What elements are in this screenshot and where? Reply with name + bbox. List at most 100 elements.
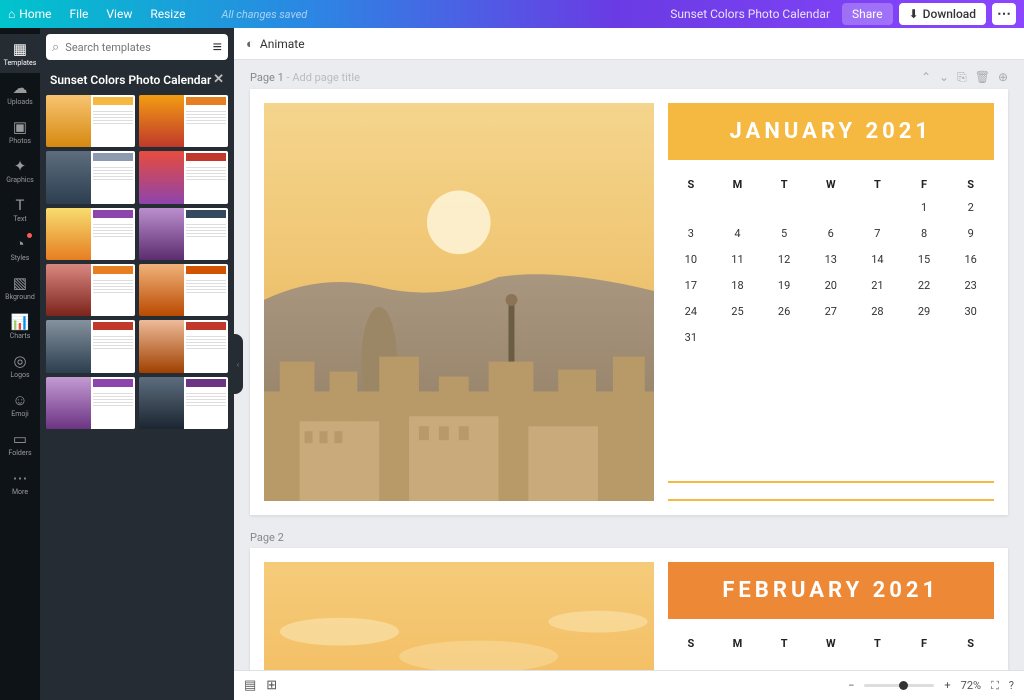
zoom-level[interactable]: 72% xyxy=(961,679,981,692)
day-cell: 10 xyxy=(668,253,715,279)
page-expand-icon[interactable]: ⌄ xyxy=(939,70,949,85)
page-1-photo[interactable] xyxy=(264,103,654,501)
month-title-1[interactable]: JANUARY 2021 xyxy=(668,103,994,160)
page-2-photo[interactable] xyxy=(264,562,654,670)
day-cell: 31 xyxy=(668,331,715,357)
fullscreen-icon[interactable]: ⛶ xyxy=(991,679,999,693)
panel-collapse-handle[interactable]: ‹ xyxy=(233,334,243,394)
close-icon[interactable]: ✕ xyxy=(213,72,224,87)
sidebar-tab-uploads[interactable]: ☁Uploads xyxy=(0,73,40,112)
page-add-icon[interactable]: ⊕ xyxy=(998,70,1008,85)
dow-cell: S xyxy=(947,178,994,191)
folders-icon: ▭ xyxy=(12,431,28,447)
page-2-header: Page 2 xyxy=(250,531,1008,544)
page-delete-icon[interactable]: 🗑 xyxy=(975,70,990,85)
dow-cell: S xyxy=(668,637,715,650)
template-thumb[interactable] xyxy=(46,377,135,429)
download-button[interactable]: ⬇ Download xyxy=(899,3,986,25)
sidebar-tab-folders[interactable]: ▭Folders xyxy=(0,424,40,463)
template-thumb[interactable] xyxy=(139,151,228,203)
template-thumb[interactable] xyxy=(46,208,135,260)
styles-icon: ◔ xyxy=(12,236,28,252)
day-cell: 15 xyxy=(901,253,948,279)
home-menu[interactable]: ⌂ Home xyxy=(8,7,52,21)
page-2-calendar[interactable]: FEBRUARY 2021 SMTWTFS xyxy=(668,562,994,670)
sidebar-tab-label: Emoji xyxy=(11,410,29,418)
day-cell: 23 xyxy=(947,279,994,305)
template-thumb[interactable] xyxy=(46,264,135,316)
zoom-out-icon[interactable]: − xyxy=(848,679,854,692)
dow-cell: S xyxy=(947,637,994,650)
template-thumb[interactable] xyxy=(139,208,228,260)
home-label: Home xyxy=(19,7,51,21)
save-status: All changes saved xyxy=(221,8,307,21)
template-thumb[interactable] xyxy=(139,377,228,429)
dow-cell: T xyxy=(761,178,808,191)
more-icon: ⋯ xyxy=(12,470,28,486)
more-button[interactable]: ⋯ xyxy=(992,3,1016,25)
pages-icon[interactable]: ▤ xyxy=(244,678,256,693)
filter-icon[interactable]: ≡ xyxy=(213,37,222,57)
sidebar-tab-bkground[interactable]: ▧Bkground xyxy=(0,268,40,307)
day-cell: 6 xyxy=(807,227,854,253)
sidebar-tab-styles[interactable]: ◔ Styles xyxy=(0,229,40,268)
month-title-2[interactable]: FEBRUARY 2021 xyxy=(668,562,994,619)
template-thumb[interactable] xyxy=(139,264,228,316)
page-1-title-input[interactable]: Add page title xyxy=(292,71,360,84)
bottom-bar: ▤ ⊞ − + 72% ⛶ ? xyxy=(234,670,1024,700)
template-thumb[interactable] xyxy=(46,320,135,372)
rule-1a xyxy=(668,481,994,483)
day-cell: 5 xyxy=(761,227,808,253)
animate-label: Animate xyxy=(260,37,305,51)
template-thumb[interactable] xyxy=(139,320,228,372)
dow-cell: F xyxy=(901,178,948,191)
dow-cell: W xyxy=(807,637,854,650)
canvas-scroll[interactable]: Page 1 - Add page title ⌃ ⌄ ⎘ 🗑 ⊕ xyxy=(234,60,1024,670)
sidebar-tab-label: Bkground xyxy=(5,293,35,301)
resize-menu[interactable]: Resize xyxy=(150,7,185,21)
zoom-slider[interactable] xyxy=(864,684,934,687)
search-input[interactable] xyxy=(65,41,206,54)
animate-button[interactable]: ◐ Animate xyxy=(246,36,305,52)
sidebar-tab-label: Uploads xyxy=(7,98,33,106)
day-cell: 4 xyxy=(714,227,761,253)
sidebar-tab-graphics[interactable]: ✦Graphics xyxy=(0,151,40,190)
sidebar-tab-photos[interactable]: ▣Photos xyxy=(0,112,40,151)
page-2[interactable]: FEBRUARY 2021 SMTWTFS xyxy=(250,548,1008,670)
document-title[interactable]: Sunset Colors Photo Calendar xyxy=(670,7,830,21)
share-button[interactable]: Share xyxy=(842,3,893,25)
zoom-in-icon[interactable]: + xyxy=(944,679,950,692)
sidebar-tab-logos[interactable]: ◎Logos xyxy=(0,346,40,385)
file-menu[interactable]: File xyxy=(70,7,89,21)
template-thumb[interactable] xyxy=(46,95,135,147)
download-label: Download xyxy=(923,7,976,21)
sidebar-tab-more[interactable]: ⋯More xyxy=(0,463,40,502)
day-cell: 30 xyxy=(947,305,994,331)
day-cell xyxy=(807,201,854,227)
sidebar-tab-charts[interactable]: 📊Charts xyxy=(0,307,40,346)
page-collapse-icon[interactable]: ⌃ xyxy=(921,70,931,85)
view-menu[interactable]: View xyxy=(106,7,132,21)
day-cell xyxy=(668,201,715,227)
template-thumb[interactable] xyxy=(46,151,135,203)
day-cell: 24 xyxy=(668,305,715,331)
sidebar-tab-templates[interactable]: ▦Templates xyxy=(0,34,40,73)
page-1-calendar[interactable]: JANUARY 2021 SMTWTFS 1234567891011121314… xyxy=(668,103,994,501)
page-duplicate-icon[interactable]: ⎘ xyxy=(957,70,967,85)
help-icon[interactable]: ? xyxy=(1009,679,1014,692)
day-cell: 2 xyxy=(947,201,994,227)
sidebar-tab-label: Photos xyxy=(9,137,31,145)
sidebar-tab-emoji[interactable]: ☺Emoji xyxy=(0,385,40,424)
template-thumb[interactable] xyxy=(139,95,228,147)
rule-1b xyxy=(668,499,994,501)
sidebar-tab-text[interactable]: TText xyxy=(0,190,40,229)
page-1[interactable]: JANUARY 2021 SMTWTFS 1234567891011121314… xyxy=(250,89,1008,515)
sidebar-tab-label: Styles xyxy=(11,254,30,262)
dow-cell: S xyxy=(668,178,715,191)
grid-view-icon[interactable]: ⊞ xyxy=(266,678,277,693)
day-cell: 7 xyxy=(854,227,901,253)
sidebar-tab-label: Charts xyxy=(10,332,31,340)
context-toolbar: ◐ Animate xyxy=(234,28,1024,60)
page-2-label: Page 2 xyxy=(250,531,284,544)
days-grid-1: 1234567891011121314151617181920212223242… xyxy=(668,201,994,357)
